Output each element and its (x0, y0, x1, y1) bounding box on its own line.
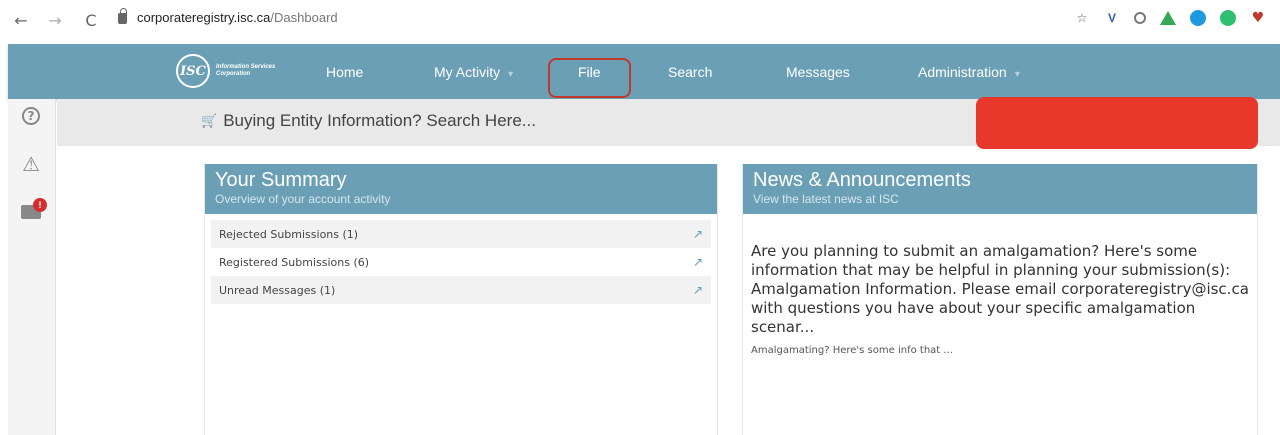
summary-subtitle: Overview of your account activity (215, 192, 391, 206)
main-nav: ISC Information Services Corporation Hom… (8, 44, 1280, 99)
chevron-down-icon: ▾ (1014, 69, 1020, 80)
nav-home[interactable]: Home (326, 64, 363, 80)
help-icon[interactable]: ? (22, 107, 40, 125)
back-icon[interactable]: ← (10, 9, 32, 31)
nav-messages-label: Messages (786, 64, 850, 80)
nav-search-label: Search (668, 64, 713, 80)
summary-row-registered[interactable]: Registered Submissions (6) ↗ (211, 248, 711, 276)
summary-list: Rejected Submissions (1) ↗ Registered Su… (205, 220, 717, 304)
url-path: /Dashboard (270, 10, 338, 25)
address-bar[interactable]: corporateregistry.isc.ca/Dashboard (118, 8, 338, 25)
summary-header: Your Summary Overview of your account ac… (205, 164, 717, 214)
pocket-icon[interactable]: ♥ (1250, 10, 1266, 26)
news-header: News & Announcements View the latest new… (743, 164, 1257, 214)
reload-icon[interactable]: C (80, 9, 102, 31)
extension-blue-icon[interactable] (1190, 10, 1206, 26)
drive-icon[interactable] (1160, 11, 1176, 25)
warning-icon[interactable]: ⚠ (20, 152, 42, 176)
entity-search-link[interactable]: 🛒 Buying Entity Information? Search Here… (201, 111, 536, 131)
notification-badge: ! (33, 198, 47, 212)
nav-administration-label: Administration (918, 64, 1007, 80)
cart-icon: 🛒 (201, 113, 218, 129)
external-link-icon[interactable]: ↗ (693, 227, 703, 241)
extension-v-icon[interactable]: V (1104, 10, 1120, 26)
nav-my-activity[interactable]: My Activity ▾ (434, 64, 513, 80)
nav-messages[interactable]: Messages (786, 64, 850, 80)
extension-green-icon[interactable] (1220, 10, 1236, 26)
logo-mark: ISC (176, 54, 210, 88)
star-icon[interactable]: ☆ (1074, 10, 1090, 26)
summary-row-unread[interactable]: Unread Messages (1) ↗ (211, 276, 711, 304)
nav-home-label: Home (326, 64, 364, 80)
envelope-shape: ! (21, 198, 47, 219)
summary-panel: Your Summary Overview of your account ac… (204, 164, 718, 435)
news-body-text: Are you planning to submit an amalgamati… (751, 242, 1249, 336)
mail-icon[interactable]: ! (20, 198, 47, 223)
nav-file[interactable]: File (578, 64, 601, 80)
left-rail: ? ⚠ ! (8, 99, 56, 435)
news-item: Are you planning to submit an amalgamati… (743, 214, 1257, 356)
forward-icon[interactable]: → (44, 9, 66, 31)
news-panel: News & Announcements View the latest new… (742, 164, 1258, 435)
url-host: corporateregistry.isc.ca (137, 10, 271, 25)
summary-row-label: Unread Messages (1) (219, 283, 336, 297)
entity-search-text: Buying Entity Information? Search Here..… (223, 111, 536, 130)
nav-administration[interactable]: Administration ▾ (918, 64, 1020, 80)
nav-my-activity-label: My Activity (434, 64, 501, 80)
lock-icon (118, 8, 127, 24)
summary-row-rejected[interactable]: Rejected Submissions (1) ↗ (211, 220, 711, 248)
summary-row-label: Registered Submissions (6) (219, 255, 370, 269)
redaction-block (976, 97, 1258, 149)
nav-search[interactable]: Search (668, 64, 712, 80)
news-title: News & Announcements (753, 169, 971, 191)
isc-logo[interactable]: ISC Information Services Corporation (176, 54, 276, 88)
nav-file-label: File (578, 64, 601, 80)
browser-toolbar: ← → C corporateregistry.isc.ca/Dashboard… (0, 0, 1280, 40)
external-link-icon[interactable]: ↗ (693, 255, 703, 269)
extension-circle-icon[interactable] (1134, 12, 1146, 24)
logo-text: Information Services Corporation (216, 64, 276, 77)
news-subtitle: View the latest news at ISC (753, 192, 899, 206)
summary-row-label: Rejected Submissions (1) (219, 227, 359, 241)
summary-title: Your Summary (215, 169, 347, 191)
news-item-link[interactable]: Amalgamating? Here's some info that ... (751, 345, 1249, 356)
chevron-down-icon: ▾ (508, 69, 514, 80)
extension-icons: ☆ V ♥ (1074, 10, 1266, 26)
external-link-icon[interactable]: ↗ (693, 283, 703, 297)
